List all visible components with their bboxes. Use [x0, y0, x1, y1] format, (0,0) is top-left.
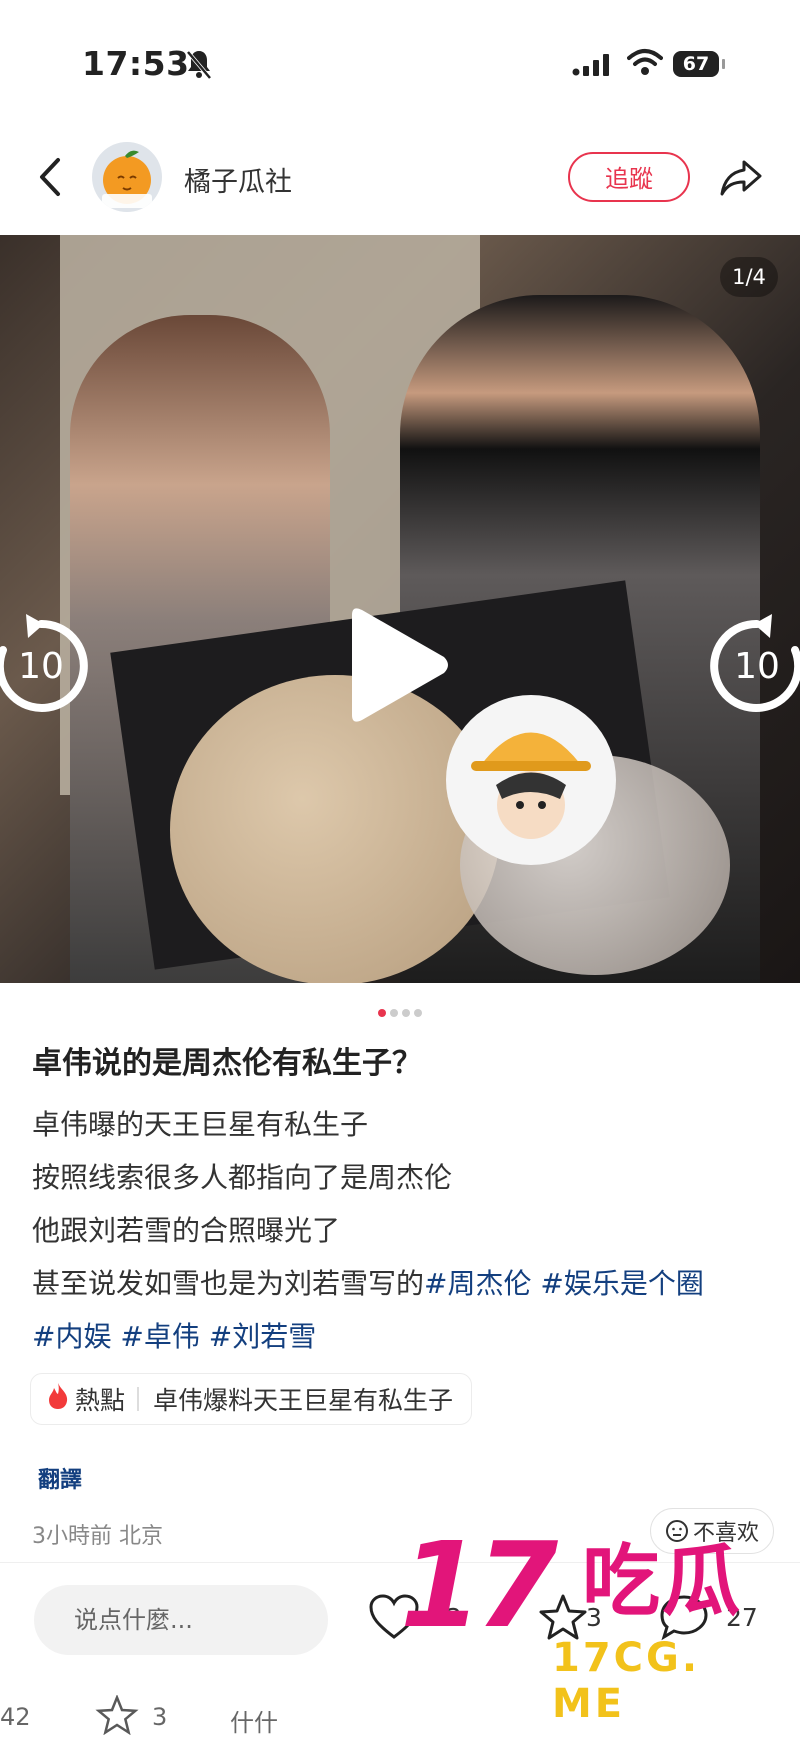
- watermark-number: 17: [400, 1516, 558, 1654]
- fire-icon: [47, 1382, 69, 1416]
- status-bar: 17:53 67: [0, 0, 800, 110]
- post-meta: 3小時前 北京: [32, 1524, 163, 1549]
- cartoon-sticker: [446, 695, 616, 865]
- rewind-10-icon[interactable]: 10: [0, 610, 96, 724]
- carousel-dots: [0, 1002, 800, 1021]
- share-icon[interactable]: [718, 154, 764, 204]
- post-line: 甚至说发如雪也是为刘若雪写的: [32, 1267, 425, 1300]
- play-icon[interactable]: [344, 605, 454, 729]
- hot-topic-label: 熱點: [75, 1386, 126, 1415]
- like-count-duplicate: 42: [0, 1703, 31, 1731]
- hot-topic-chip[interactable]: 熱點 卓伟爆料天王巨星有私生子: [30, 1373, 473, 1425]
- carousel-dot[interactable]: [378, 1009, 386, 1017]
- post-line-with-tags: 甚至说发如雪也是为刘若雪写的#周杰伦 #娱乐是个圈: [32, 1257, 777, 1310]
- post-line: 他跟刘若雪的合照曝光了: [32, 1214, 341, 1247]
- status-time: 17:53: [82, 44, 190, 83]
- wifi-icon: [627, 48, 663, 80]
- post-line: 卓伟曝的天王巨星有私生子: [32, 1108, 369, 1141]
- hashtag-link[interactable]: #内娱: [32, 1320, 111, 1353]
- translate-link[interactable]: 翻譯: [38, 1462, 82, 1494]
- hashtag-link[interactable]: #娱乐是个圈: [540, 1267, 703, 1300]
- comment-input[interactable]: 说点什麼...: [34, 1585, 328, 1655]
- carousel-dot[interactable]: [390, 1009, 398, 1017]
- battery-indicator: 67: [673, 51, 725, 77]
- signal-icon: [572, 52, 614, 80]
- author-name[interactable]: 橘子瓜社: [184, 160, 292, 199]
- watermark-chinese: 吃瓜: [582, 1537, 743, 1627]
- post-header: 橘子瓜社 追蹤: [0, 130, 800, 226]
- star-icon: [92, 1694, 142, 1739]
- watermark-url: 17CG. ME: [552, 1635, 701, 1727]
- post-line: 按照线索很多人都指向了是周杰伦: [32, 1161, 453, 1194]
- carousel-dot[interactable]: [414, 1009, 422, 1017]
- hashtag-link[interactable]: #卓伟: [120, 1320, 199, 1353]
- hot-topic-text: 卓伟爆料天王巨星有私生子: [153, 1386, 454, 1415]
- hashtag-link[interactable]: #周杰伦: [424, 1267, 531, 1300]
- rewind-seconds: 10: [18, 646, 64, 687]
- star-count-duplicate: 3: [152, 1703, 168, 1731]
- forward-10-icon[interactable]: 10: [702, 610, 800, 724]
- bell-muted-icon: [184, 48, 214, 84]
- hashtag-link[interactable]: #刘若雪: [209, 1320, 316, 1353]
- carousel-dot[interactable]: [402, 1009, 410, 1017]
- divider: [137, 1387, 140, 1411]
- slide-counter: 1/4: [720, 257, 778, 297]
- media-carousel[interactable]: 1/4 10 10: [0, 235, 800, 983]
- post-title: 卓伟说的是周杰伦有私生子？: [32, 1046, 422, 1081]
- post-tags-line: #内娱 #卓伟 #刘若雪: [32, 1310, 777, 1363]
- back-icon[interactable]: [30, 154, 70, 200]
- forward-seconds: 10: [734, 646, 780, 687]
- site-watermark: 17 吃瓜 17CG. ME: [400, 1516, 780, 1727]
- follow-button[interactable]: 追蹤: [568, 152, 690, 202]
- post-body: 卓伟曝的天王巨星有私生子 按照线索很多人都指向了是周杰伦 他跟刘若雪的合照曝光了…: [32, 1098, 777, 1363]
- author-avatar[interactable]: [92, 142, 162, 212]
- duplicate-text: 什什: [230, 1709, 278, 1737]
